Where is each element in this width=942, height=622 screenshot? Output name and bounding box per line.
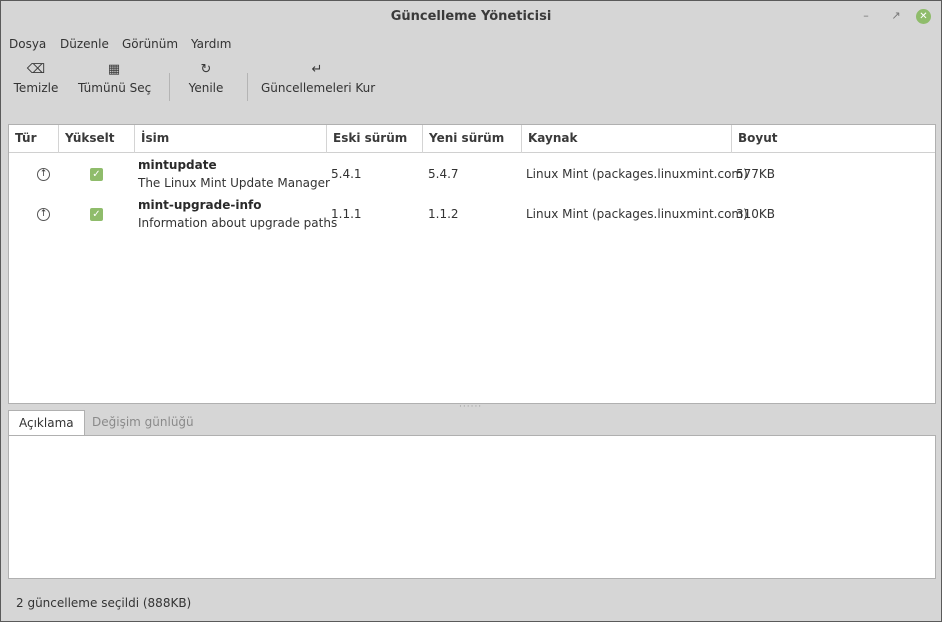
package-size: 577KB [736,167,776,181]
refresh-button-label: Yenile [188,81,224,95]
install-updates-button-label: Güncellemeleri Kur [261,81,376,95]
column-header-old-version[interactable]: Eski sürüm [327,125,423,153]
new-version: 1.1.2 [428,207,459,221]
upgrade-checkbox[interactable]: ✓ [90,208,103,221]
install-updates-button[interactable]: ↵ Güncellemeleri Kur [261,59,376,109]
table-row[interactable]: ↑ ✓ mintupdate The Linux Mint Update Man… [9,155,935,195]
package-description: The Linux Mint Update Manager [138,176,330,190]
update-manager-window: Güncelleme Yöneticisi – ↗ ✕ Dosya Düzenl… [0,0,942,622]
upgrade-arrow-icon: ↑ [37,208,50,221]
description-panel [8,435,936,579]
column-header-source[interactable]: Kaynak [522,125,732,153]
toolbar-separator [247,73,248,101]
package-size: 310KB [736,207,776,221]
upgrade-checkbox[interactable]: ✓ [90,168,103,181]
select-all-icon: ▦ [107,62,121,77]
window-title: Güncelleme Yöneticisi [390,9,552,24]
refresh-icon: ↻ [200,62,212,77]
tab-description[interactable]: Açıklama [8,410,85,436]
refresh-button[interactable]: ↻ Yenile [186,59,226,109]
column-header-new-version[interactable]: Yeni sürüm [423,125,522,153]
table-row[interactable]: ↑ ✓ mint-upgrade-info Information about … [9,195,935,235]
toolbar: ⌫ Temizle ▦ Tümünü Seç ↻ Yenile ↵ Güncel… [1,59,941,115]
maximize-icon[interactable]: ↗ [888,8,904,24]
details-tabs: Açıklama Değişim günlüğü [8,410,936,436]
new-version: 5.4.7 [428,167,459,181]
select-all-button-label: Tümünü Seç [78,81,152,95]
select-all-button[interactable]: ▦ Tümünü Seç [78,59,152,109]
upgrade-arrow-icon: ↑ [37,168,50,181]
package-name: mintupdate [138,158,217,172]
close-icon[interactable]: ✕ [916,9,931,24]
column-header-size[interactable]: Boyut [732,125,935,153]
tab-changelog[interactable]: Değişim günlüğü [82,410,204,436]
title-bar[interactable]: Güncelleme Yöneticisi – ↗ ✕ [1,1,941,33]
enter-icon: ↵ [311,62,323,77]
column-header-name[interactable]: İsim [135,125,327,153]
clear-button[interactable]: ⌫ Temizle [13,59,59,109]
old-version: 1.1.1 [331,207,362,221]
menu-view[interactable]: Görünüm [122,37,178,51]
package-source: Linux Mint (packages.linuxmint.com) [526,207,748,221]
column-header-type[interactable]: Tür [9,125,59,153]
status-text: 2 güncelleme seçildi (888KB) [16,596,192,610]
menu-file[interactable]: Dosya [9,37,46,51]
backspace-icon: ⌫ [26,62,46,77]
toolbar-separator [169,73,170,101]
package-source: Linux Mint (packages.linuxmint.com) [526,167,748,181]
menu-edit[interactable]: Düzenle [60,37,109,51]
menu-bar: Dosya Düzenle Görünüm Yardım [1,33,941,57]
menu-help[interactable]: Yardım [191,37,231,51]
minimize-icon[interactable]: – [858,8,874,24]
column-header-upgrade[interactable]: Yükselt [59,125,135,153]
package-description: Information about upgrade paths [138,216,338,230]
old-version: 5.4.1 [331,167,362,181]
package-name: mint-upgrade-info [138,198,262,212]
clear-button-label: Temizle [13,81,59,95]
column-headers: Tür Yükselt İsim Eski sürüm Yeni sürüm K… [9,125,935,153]
updates-list[interactable]: Tür Yükselt İsim Eski sürüm Yeni sürüm K… [8,124,936,404]
